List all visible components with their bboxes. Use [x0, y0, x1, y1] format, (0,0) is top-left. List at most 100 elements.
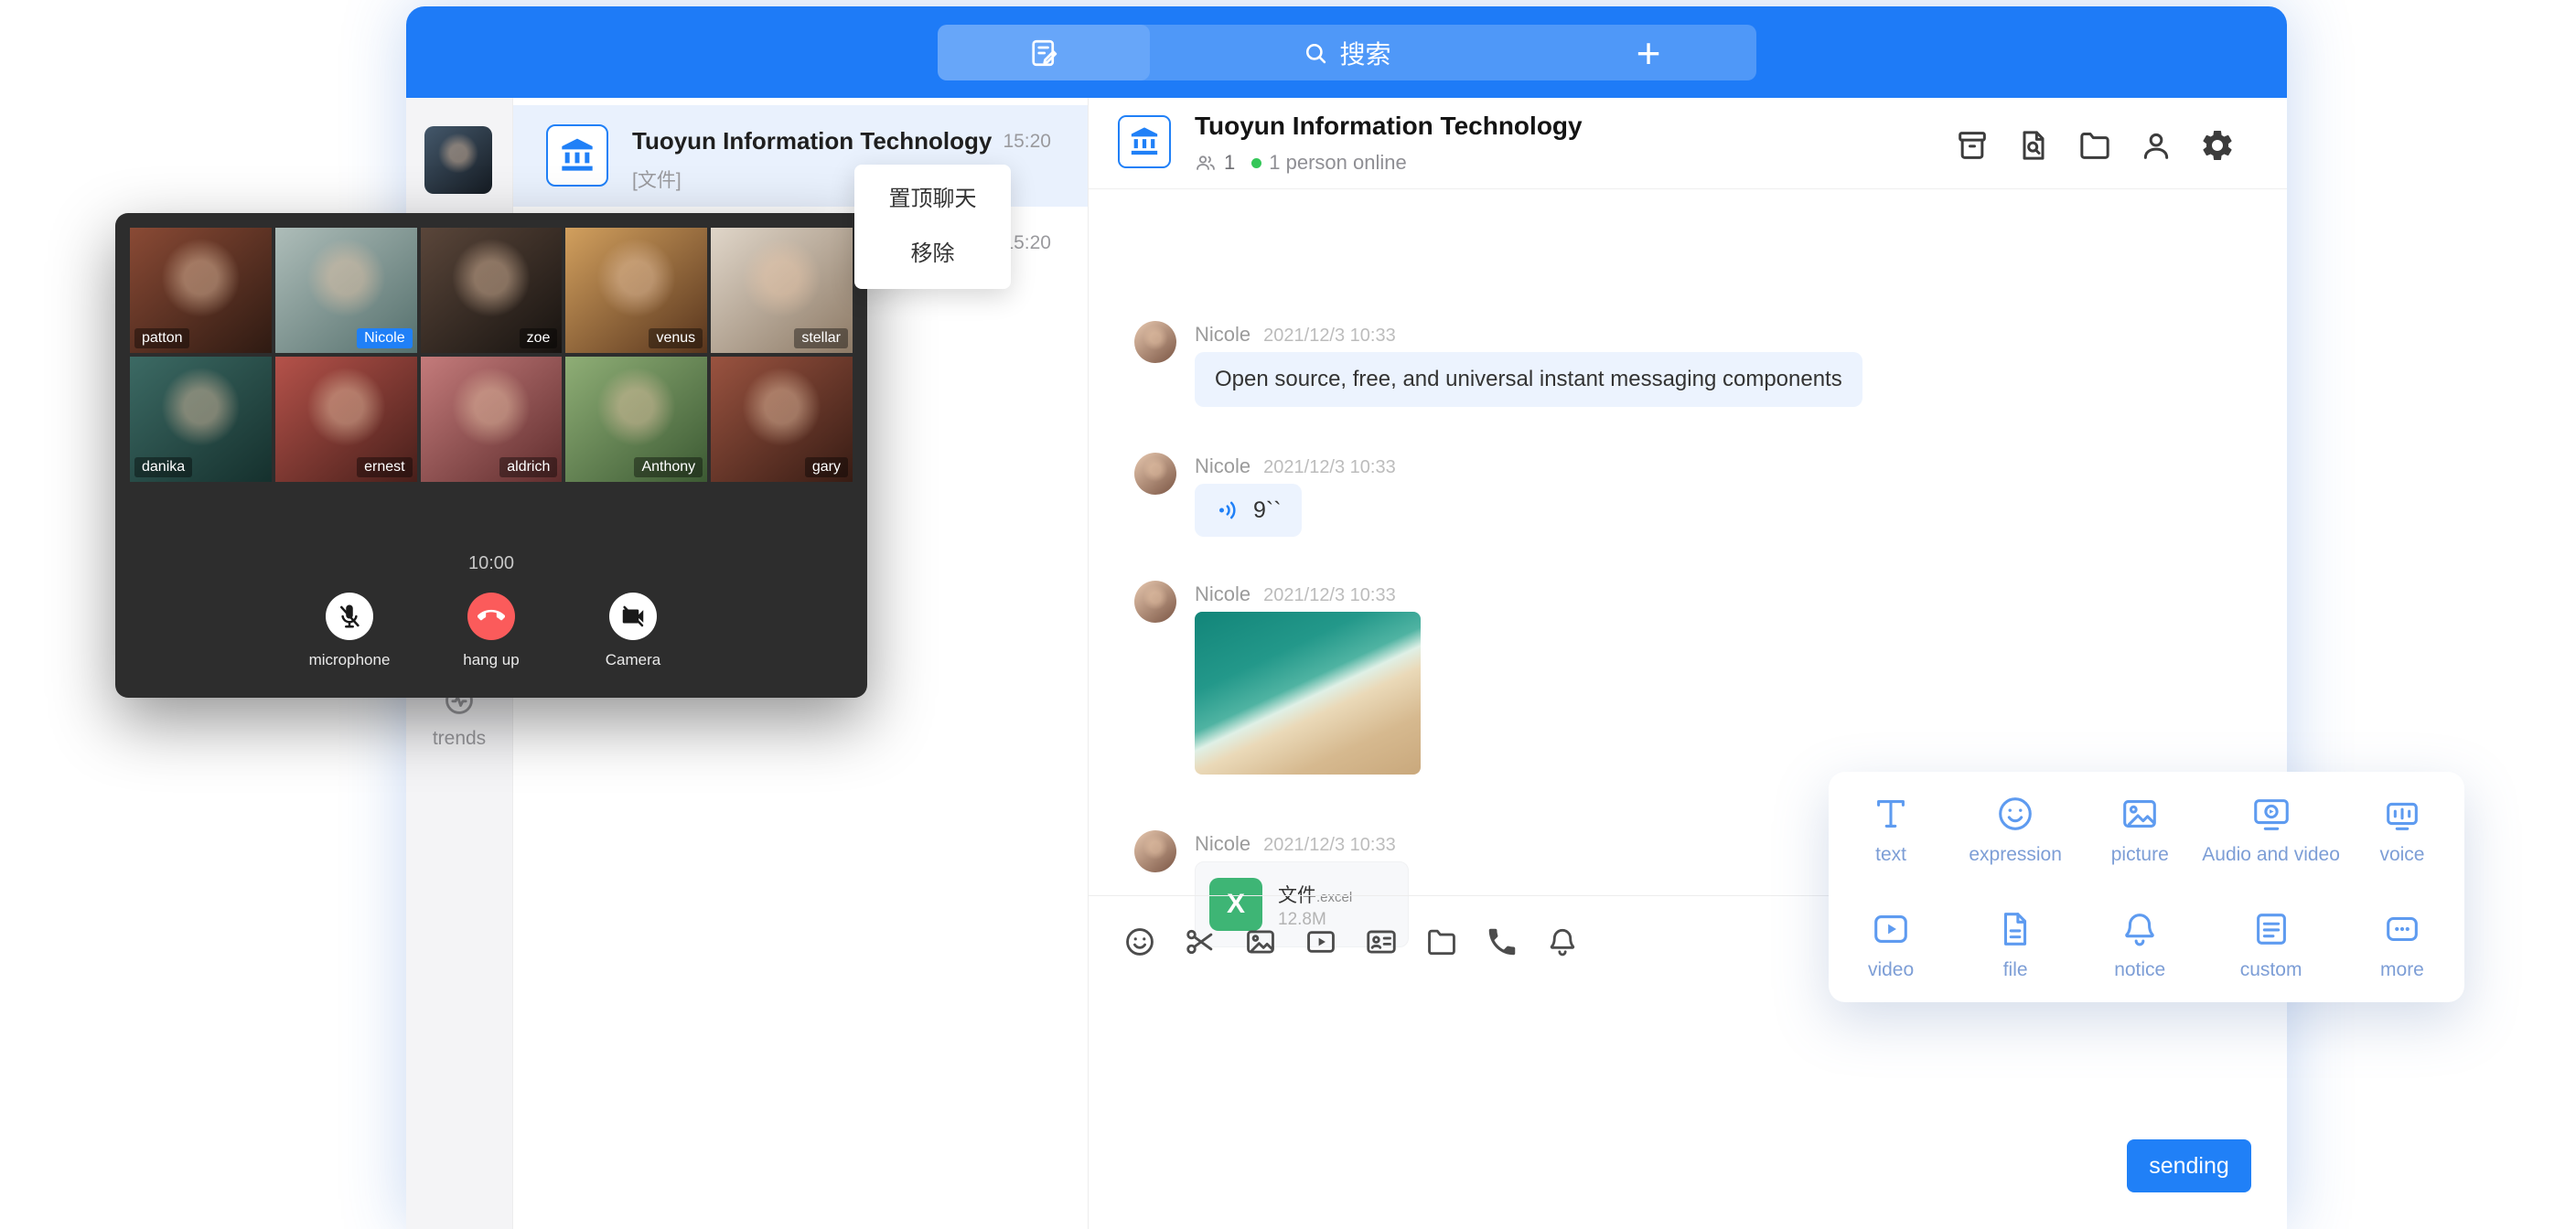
menu-item-pin-chat[interactable]: 置顶聊天 [854, 172, 1011, 227]
participant-name: gary [805, 457, 848, 477]
more-icon [2381, 908, 2423, 950]
participant-name: aldrich [499, 457, 557, 477]
composer-menu-item-more[interactable]: more [2340, 887, 2464, 1002]
composer-menu-label: expression [1969, 844, 2062, 866]
video-icon [1870, 908, 1912, 950]
composer-menu-label: custom [2240, 959, 2302, 981]
notice-bell-icon [2119, 908, 2161, 950]
participant-grid: patton Nicole zoe venus stellar danika e… [130, 228, 853, 482]
message-type-popup: text expression picture Audio and video [1829, 772, 2464, 1002]
hang-up-icon [467, 593, 515, 640]
composer-menu-item-voice[interactable]: voice [2340, 772, 2464, 887]
message-timestamp: 2021/12/3 10:33 [1263, 585, 1396, 606]
beach-photo-thumbnail[interactable] [1195, 612, 1421, 775]
participant-tile[interactable]: Nicole [275, 228, 417, 353]
plus-icon: + [1637, 28, 1661, 78]
composer-menu-label: Audio and video [2202, 844, 2340, 866]
participant-name: Anthony [634, 457, 703, 477]
settings-icon[interactable] [2199, 127, 2236, 164]
message-body [1195, 612, 1421, 775]
participant-tile[interactable]: aldrich [421, 357, 563, 482]
message-sender: Nicole [1195, 832, 1250, 856]
participant-tile[interactable]: Anthony [565, 357, 707, 482]
bell-icon[interactable] [1545, 924, 1580, 959]
camera-button[interactable]: Camera [592, 593, 674, 669]
chat-pane: Tuoyun Information Technology 1 1 person… [1088, 98, 2287, 1229]
composer-menu-item-expression[interactable]: expression [1953, 772, 2077, 887]
participant-name: zoe [520, 328, 558, 348]
composer-menu-item-file[interactable]: file [1953, 887, 2077, 1002]
composer-menu-item-text[interactable]: text [1829, 772, 1953, 887]
message-bubble[interactable]: Open source, free, and universal instant… [1195, 352, 1862, 407]
voice-message-bubble[interactable]: 9`` [1195, 484, 1302, 537]
folder-icon[interactable] [1424, 924, 1459, 959]
picture-icon [2119, 793, 2161, 835]
message-body: Open source, free, and universal instant… [1195, 352, 1862, 407]
message-sender: Nicole [1195, 323, 1250, 347]
message-meta: Nicole 2021/12/3 10:33 [1195, 832, 1396, 856]
chat-title: Tuoyun Information Technology [1195, 112, 1583, 141]
archive-icon[interactable] [1954, 127, 1991, 164]
hang-up-button[interactable]: hang up [450, 593, 532, 669]
video-call-panel: patton Nicole zoe venus stellar danika e… [115, 213, 867, 698]
add-button[interactable]: + [1612, 25, 1685, 80]
current-user-avatar[interactable] [424, 126, 492, 194]
message-meta: Nicole 2021/12/3 10:33 [1195, 323, 1396, 347]
participant-tile[interactable]: stellar [711, 228, 853, 353]
participant-tile[interactable]: danika [130, 357, 272, 482]
picture-icon[interactable] [1243, 924, 1278, 959]
member-icon[interactable] [2138, 127, 2174, 164]
camera-label: Camera [592, 651, 674, 669]
composer-menu-item-notice[interactable]: notice [2077, 887, 2202, 1002]
participant-name: danika [134, 457, 192, 477]
participant-name: Nicole [357, 328, 412, 348]
send-button[interactable]: sending [2127, 1139, 2251, 1192]
participant-name: patton [134, 328, 189, 348]
composer-menu-item-audio-video[interactable]: Audio and video [2202, 772, 2340, 887]
online-dot-icon [1251, 158, 1261, 168]
sender-avatar[interactable] [1134, 581, 1176, 623]
menu-item-remove[interactable]: 移除 [854, 227, 1011, 282]
hang-up-label: hang up [450, 651, 532, 669]
file-icon [1994, 908, 2036, 950]
participant-tile[interactable]: patton [130, 228, 272, 353]
call-icon[interactable] [1485, 924, 1519, 959]
call-controls: microphone hang up Camera [115, 593, 867, 669]
message-timestamp: 2021/12/3 10:33 [1263, 326, 1396, 347]
microphone-label: microphone [308, 651, 391, 669]
file-search-icon[interactable] [2015, 127, 2052, 164]
composer-menu-label: notice [2114, 959, 2165, 981]
composer-menu-item-custom[interactable]: custom [2202, 887, 2340, 1002]
folder-icon[interactable] [2077, 127, 2113, 164]
participant-tile[interactable]: gary [711, 357, 853, 482]
expression-icon [1994, 793, 2036, 835]
contact-card-icon[interactable] [1364, 924, 1399, 959]
conversation-context-menu: 置顶聊天 移除 [854, 165, 1011, 289]
participant-tile[interactable]: ernest [275, 357, 417, 482]
participant-name: venus [649, 328, 703, 348]
composer-menu-item-picture[interactable]: picture [2077, 772, 2202, 887]
voice-duration: 9`` [1253, 497, 1282, 524]
sender-avatar[interactable] [1134, 321, 1176, 363]
sender-avatar[interactable] [1134, 830, 1176, 872]
chat-header-actions [1954, 127, 2236, 164]
chat-subheader: 1 1 person online [1195, 151, 1407, 175]
emoji-icon[interactable] [1122, 924, 1157, 959]
message-sender: Nicole [1195, 582, 1250, 606]
screenshot-icon[interactable] [1183, 924, 1218, 959]
video-icon[interactable] [1304, 924, 1338, 959]
search-icon [1303, 40, 1328, 66]
search-placeholder: 搜索 [1339, 35, 1390, 71]
participant-tile[interactable]: venus [565, 228, 707, 353]
microphone-button[interactable]: microphone [308, 593, 391, 669]
group-avatar [546, 124, 608, 187]
sender-avatar[interactable] [1134, 453, 1176, 495]
conversation-last-message: [文件] [632, 166, 682, 193]
group-avatar [1118, 115, 1171, 168]
camera-off-icon [609, 593, 657, 640]
participant-name: ernest [357, 457, 412, 477]
participant-tile[interactable]: zoe [421, 228, 563, 353]
text-icon [1870, 793, 1912, 835]
message-meta: Nicole 2021/12/3 10:33 [1195, 582, 1396, 606]
composer-menu-item-video[interactable]: video [1829, 887, 1953, 1002]
